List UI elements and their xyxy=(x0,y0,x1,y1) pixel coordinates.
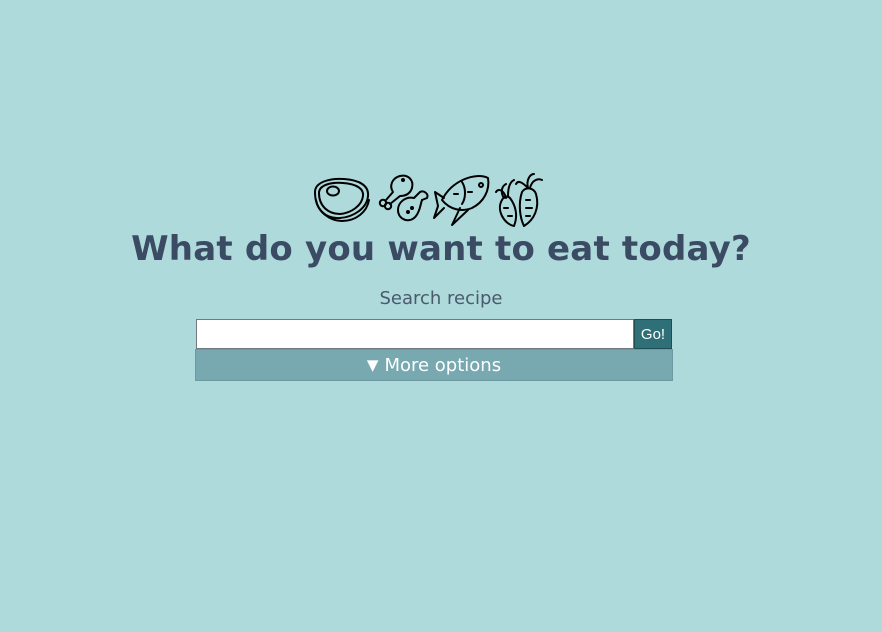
fish-icon xyxy=(433,175,490,226)
more-options-toggle[interactable]: ▼ More options xyxy=(195,349,673,381)
steak-icon xyxy=(314,177,370,222)
more-options-label: More options xyxy=(384,354,502,376)
triangle-down-icon: ▼ xyxy=(366,356,379,374)
food-icons xyxy=(312,170,552,228)
carrot-icon xyxy=(495,173,543,227)
page-title: What do you want to eat today? xyxy=(131,229,751,269)
search-label: Search recipe xyxy=(379,288,503,309)
search-input[interactable] xyxy=(196,319,634,349)
go-button[interactable]: Go! xyxy=(634,319,672,349)
chicken-leg-icon xyxy=(378,174,429,222)
